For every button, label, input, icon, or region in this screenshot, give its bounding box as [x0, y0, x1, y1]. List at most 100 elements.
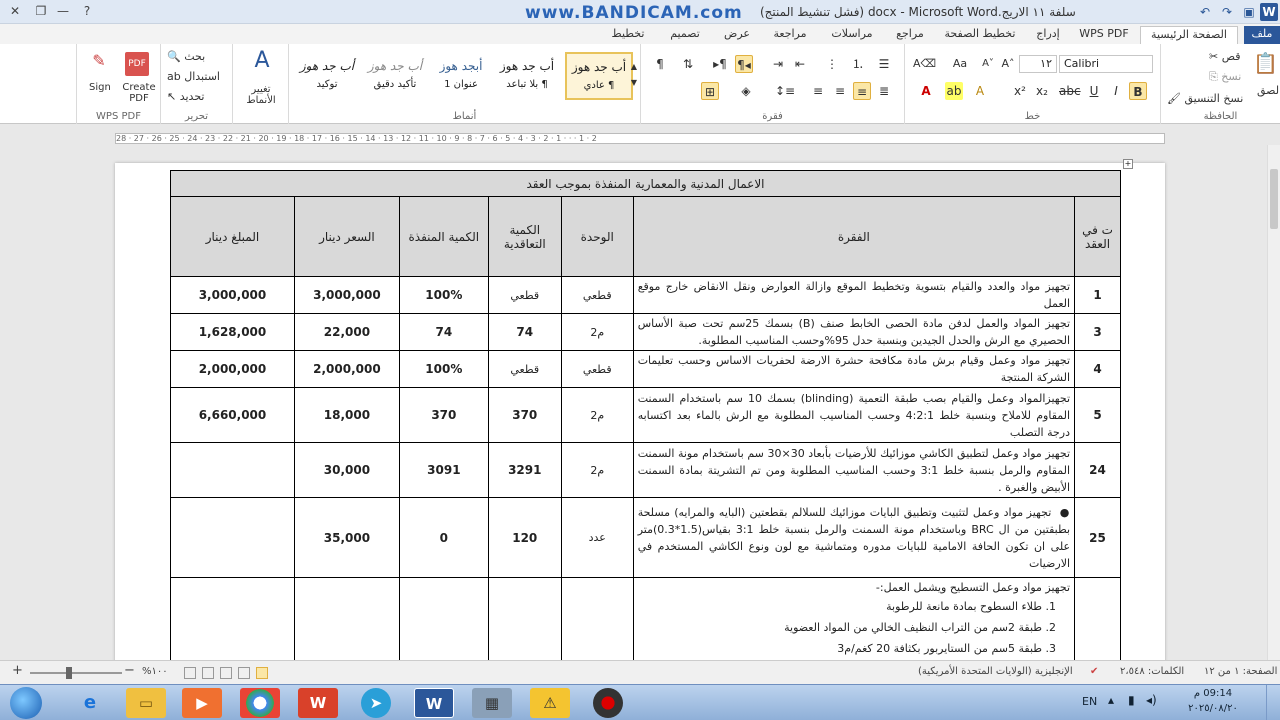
font-color-icon[interactable]: A: [917, 82, 935, 100]
align-right-icon[interactable]: ≡: [853, 82, 871, 100]
scrollbar-thumb[interactable]: [1270, 169, 1278, 229]
zoom-in-icon[interactable]: +: [12, 663, 23, 678]
paste-label[interactable]: لصق: [1257, 84, 1279, 97]
decrease-indent-icon[interactable]: ⇤: [791, 55, 809, 73]
view-draft-icon[interactable]: [184, 667, 196, 679]
bullets-icon[interactable]: ☰: [875, 55, 893, 73]
tab-home[interactable]: الصفحة الرئيسية: [1140, 26, 1238, 44]
tab-file[interactable]: ملف: [1244, 26, 1280, 44]
highlight-icon[interactable]: ab: [945, 82, 963, 100]
tab-wps-pdf[interactable]: WPS PDF: [1074, 26, 1134, 44]
subscript-icon[interactable]: x₂: [1033, 82, 1051, 100]
show-desktop-button[interactable]: [1266, 685, 1280, 720]
change-styles-icon[interactable]: A: [249, 50, 275, 78]
italic-button[interactable]: I: [1107, 82, 1125, 100]
wps-icon[interactable]: W: [298, 688, 338, 718]
network-icon[interactable]: ▮: [1128, 693, 1135, 707]
clear-format-icon[interactable]: A⌫: [913, 55, 936, 73]
sign-button[interactable]: Sign: [89, 82, 111, 93]
word-taskbar-icon[interactable]: W: [414, 688, 454, 718]
row-description[interactable]: ● تجهيز مواد وعمل لتثبيت وتطبيق البايات …: [632, 497, 1076, 578]
underline-button[interactable]: U: [1085, 82, 1103, 100]
tab-design[interactable]: تصميم: [660, 26, 710, 44]
undo-icon[interactable]: ↶: [1196, 3, 1214, 21]
style-no-spacing[interactable]: أب جد هوز ¶ بلا تباعد: [493, 52, 561, 100]
document-area[interactable]: الاعمال المدنية والمعمارية المنفذة بموجب…: [0, 145, 1280, 660]
strikethrough-icon[interactable]: abc: [1059, 82, 1081, 100]
show-marks-icon[interactable]: ¶: [651, 55, 669, 73]
language-bar[interactable]: EN: [1082, 695, 1097, 708]
style-normal[interactable]: أب جد هوز ¶ عادي: [565, 52, 633, 100]
tab-view[interactable]: عرض: [716, 26, 758, 44]
superscript-icon[interactable]: x²: [1011, 82, 1029, 100]
save-icon[interactable]: ▣: [1240, 3, 1258, 21]
help-icon[interactable]: ?: [76, 2, 98, 20]
grow-font-icon[interactable]: A˄: [999, 55, 1017, 73]
create-pdf-button[interactable]: Create PDF: [121, 82, 157, 104]
row-description[interactable]: تجهيز مواد والعدد والقيام بتسوية وتخطيط …: [632, 276, 1076, 314]
media-player-icon[interactable]: ▶: [182, 688, 222, 718]
find-button[interactable]: بحث 🔍: [167, 50, 205, 63]
tab-insert[interactable]: إدراج: [1028, 26, 1068, 44]
page-number[interactable]: الصفحة: ١ من ١٢: [1204, 666, 1277, 677]
clock-time[interactable]: 09:14 م: [1178, 688, 1248, 699]
tab-references[interactable]: مراجع: [888, 26, 932, 44]
ie-icon[interactable]: e: [70, 688, 110, 718]
styles-scroll-down-icon[interactable]: ▼: [629, 74, 639, 92]
view-print-layout-icon[interactable]: [256, 667, 268, 679]
minimize-icon[interactable]: —: [52, 2, 74, 20]
ltr-direction-icon[interactable]: ▸¶: [711, 55, 729, 73]
vertical-scrollbar[interactable]: [1267, 145, 1280, 660]
line-spacing-icon[interactable]: ↕≡: [775, 82, 795, 100]
ruler-scale[interactable]: 28 · 27 · 26 · 25 · 24 · 23 · 22 · 21 · …: [115, 133, 1165, 144]
word-count[interactable]: الكلمات: ٢،٥٤٨: [1120, 666, 1184, 677]
text-effects-icon[interactable]: A: [971, 82, 989, 100]
shrink-font-icon[interactable]: A˅: [979, 55, 997, 73]
change-case-icon[interactable]: Aa: [951, 55, 969, 73]
cut-button[interactable]: قص ✂: [1209, 50, 1240, 63]
bold-button[interactable]: B: [1129, 82, 1147, 100]
format-painter-button[interactable]: نسخ التنسيق 🖌: [1167, 92, 1243, 105]
numbering-icon[interactable]: ⒈: [849, 55, 867, 73]
maximize-icon[interactable]: ❐: [30, 2, 52, 20]
view-outline-icon[interactable]: [202, 667, 214, 679]
paste-icon[interactable]: 📋: [1253, 53, 1278, 84]
font-name-input[interactable]: Calibri: [1059, 55, 1153, 73]
row-description[interactable]: تجهيز مواد وعمل لتطبيق الكاشي موزائيك لل…: [632, 442, 1076, 498]
close-icon[interactable]: ✕: [4, 2, 26, 20]
row-description[interactable]: تجهيز المواد والعمل لدفن مادة الحصى الخا…: [632, 313, 1076, 351]
explorer-icon[interactable]: ▭: [126, 688, 166, 718]
copy-button[interactable]: نسخ ⎘: [1209, 70, 1241, 84]
clock-date[interactable]: ٢٠٢٥/٠٨/٢٠: [1178, 703, 1248, 714]
shading-icon[interactable]: ◈: [737, 82, 755, 100]
sort-icon[interactable]: ⇅: [679, 55, 697, 73]
row-description[interactable]: تجهيزالمواد وعمل والقيام بصب طبقة التعمي…: [632, 387, 1076, 443]
calculator-icon[interactable]: ▦: [472, 688, 512, 718]
start-button[interactable]: [10, 687, 42, 719]
zoom-slider-thumb[interactable]: [66, 667, 72, 679]
rtl-direction-icon[interactable]: ¶◂: [735, 55, 753, 73]
replace-button[interactable]: استبدال ab: [167, 70, 220, 83]
create-pdf-icon[interactable]: PDF: [125, 52, 149, 76]
select-button[interactable]: تحديد ↖: [167, 90, 205, 103]
proofing-icon[interactable]: ✔: [1090, 666, 1098, 677]
row-description[interactable]: تجهيز مواد وعمل وقيام برش مادة مكافحة حش…: [632, 350, 1076, 388]
view-web-icon[interactable]: [220, 667, 232, 679]
style-heading-1[interactable]: أبجد هوز عنوان 1: [427, 52, 495, 100]
zoom-slider[interactable]: [30, 667, 122, 679]
bandicam-icon[interactable]: [593, 688, 623, 718]
center-icon[interactable]: ≡: [831, 82, 849, 100]
redo-icon[interactable]: ↷: [1218, 3, 1236, 21]
view-reading-icon[interactable]: [238, 667, 250, 679]
tray-arrow-icon[interactable]: ▴: [1108, 693, 1114, 707]
increase-indent-icon[interactable]: ⇥: [769, 55, 787, 73]
table-move-handle-icon[interactable]: +: [1123, 159, 1133, 169]
horizontal-ruler[interactable]: 28 · 27 · 26 · 25 · 24 · 23 · 22 · 21 · …: [0, 125, 1280, 145]
sign-icon[interactable]: ✎: [87, 52, 111, 76]
justify-icon[interactable]: ≣: [875, 82, 893, 100]
zoom-level[interactable]: ١٠٠%: [142, 666, 168, 677]
font-size-input[interactable]: ١٢: [1019, 55, 1057, 73]
tab-mailings[interactable]: مراسلات: [822, 26, 882, 44]
style-subtle-emphasis[interactable]: أب جد هوز تأكيد دقيق: [361, 52, 429, 100]
tab-layout[interactable]: تخطيط: [602, 26, 654, 44]
